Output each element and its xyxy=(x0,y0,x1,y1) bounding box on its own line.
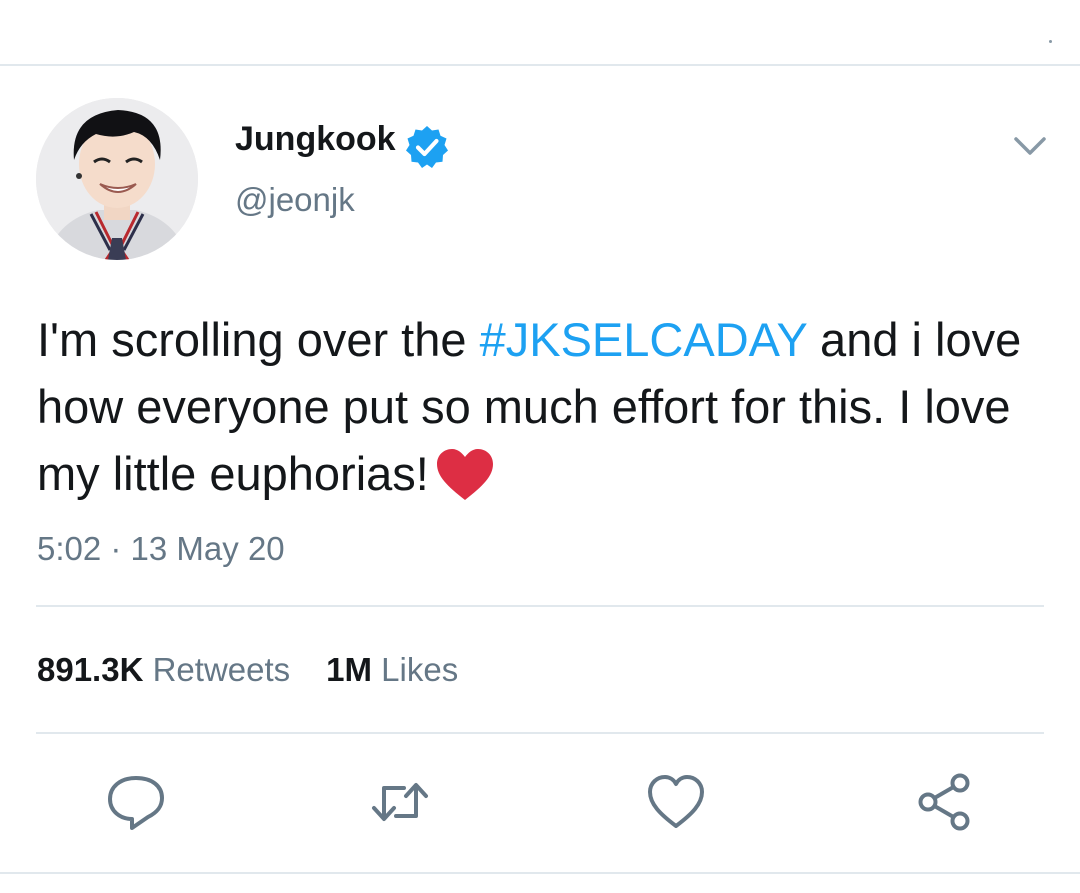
divider xyxy=(36,605,1044,607)
chevron-down-icon xyxy=(1014,137,1046,155)
more-options-button[interactable] xyxy=(1010,128,1050,164)
tweet-text: I'm scrolling over the #JKSELCADAY and i… xyxy=(37,306,1047,507)
verified-badge-icon xyxy=(406,126,448,168)
heart-outline-icon xyxy=(648,775,704,828)
status-dot xyxy=(1049,40,1052,43)
hashtag-link[interactable]: #JKSELCADAY xyxy=(480,313,807,366)
retweet-arrows-icon xyxy=(372,783,428,821)
likes-count: 1M xyxy=(326,651,372,688)
reply-button[interactable] xyxy=(104,770,168,834)
tweet-timestamp[interactable]: 5:02 · 13 May 20 xyxy=(37,530,285,568)
avatar-photo xyxy=(36,98,198,260)
likes-label: Likes xyxy=(381,651,459,688)
user-handle[interactable]: @jeonjk xyxy=(235,181,355,219)
like-button[interactable] xyxy=(644,770,708,834)
share-button[interactable] xyxy=(912,770,976,834)
avatar[interactable] xyxy=(36,98,198,260)
top-divider xyxy=(0,64,1080,66)
retweet-button[interactable] xyxy=(368,770,432,834)
tweet-text-part: I'm scrolling over the xyxy=(37,313,480,366)
divider xyxy=(0,872,1080,874)
engagement-stats: 891.3K Retweets 1M Likes xyxy=(37,651,458,689)
top-strip xyxy=(0,0,1080,64)
red-heart-emoji-icon xyxy=(436,449,493,500)
retweets-label: Retweets xyxy=(152,651,291,688)
display-name[interactable]: Jungkook xyxy=(235,120,396,159)
divider xyxy=(36,732,1044,734)
comment-bubble-icon xyxy=(108,776,164,830)
retweets-count: 891.3K xyxy=(37,651,144,688)
retweets-stat[interactable]: 891.3K Retweets xyxy=(37,651,290,688)
share-nodes-icon xyxy=(918,773,970,831)
likes-stat[interactable]: 1M Likes xyxy=(326,651,458,688)
